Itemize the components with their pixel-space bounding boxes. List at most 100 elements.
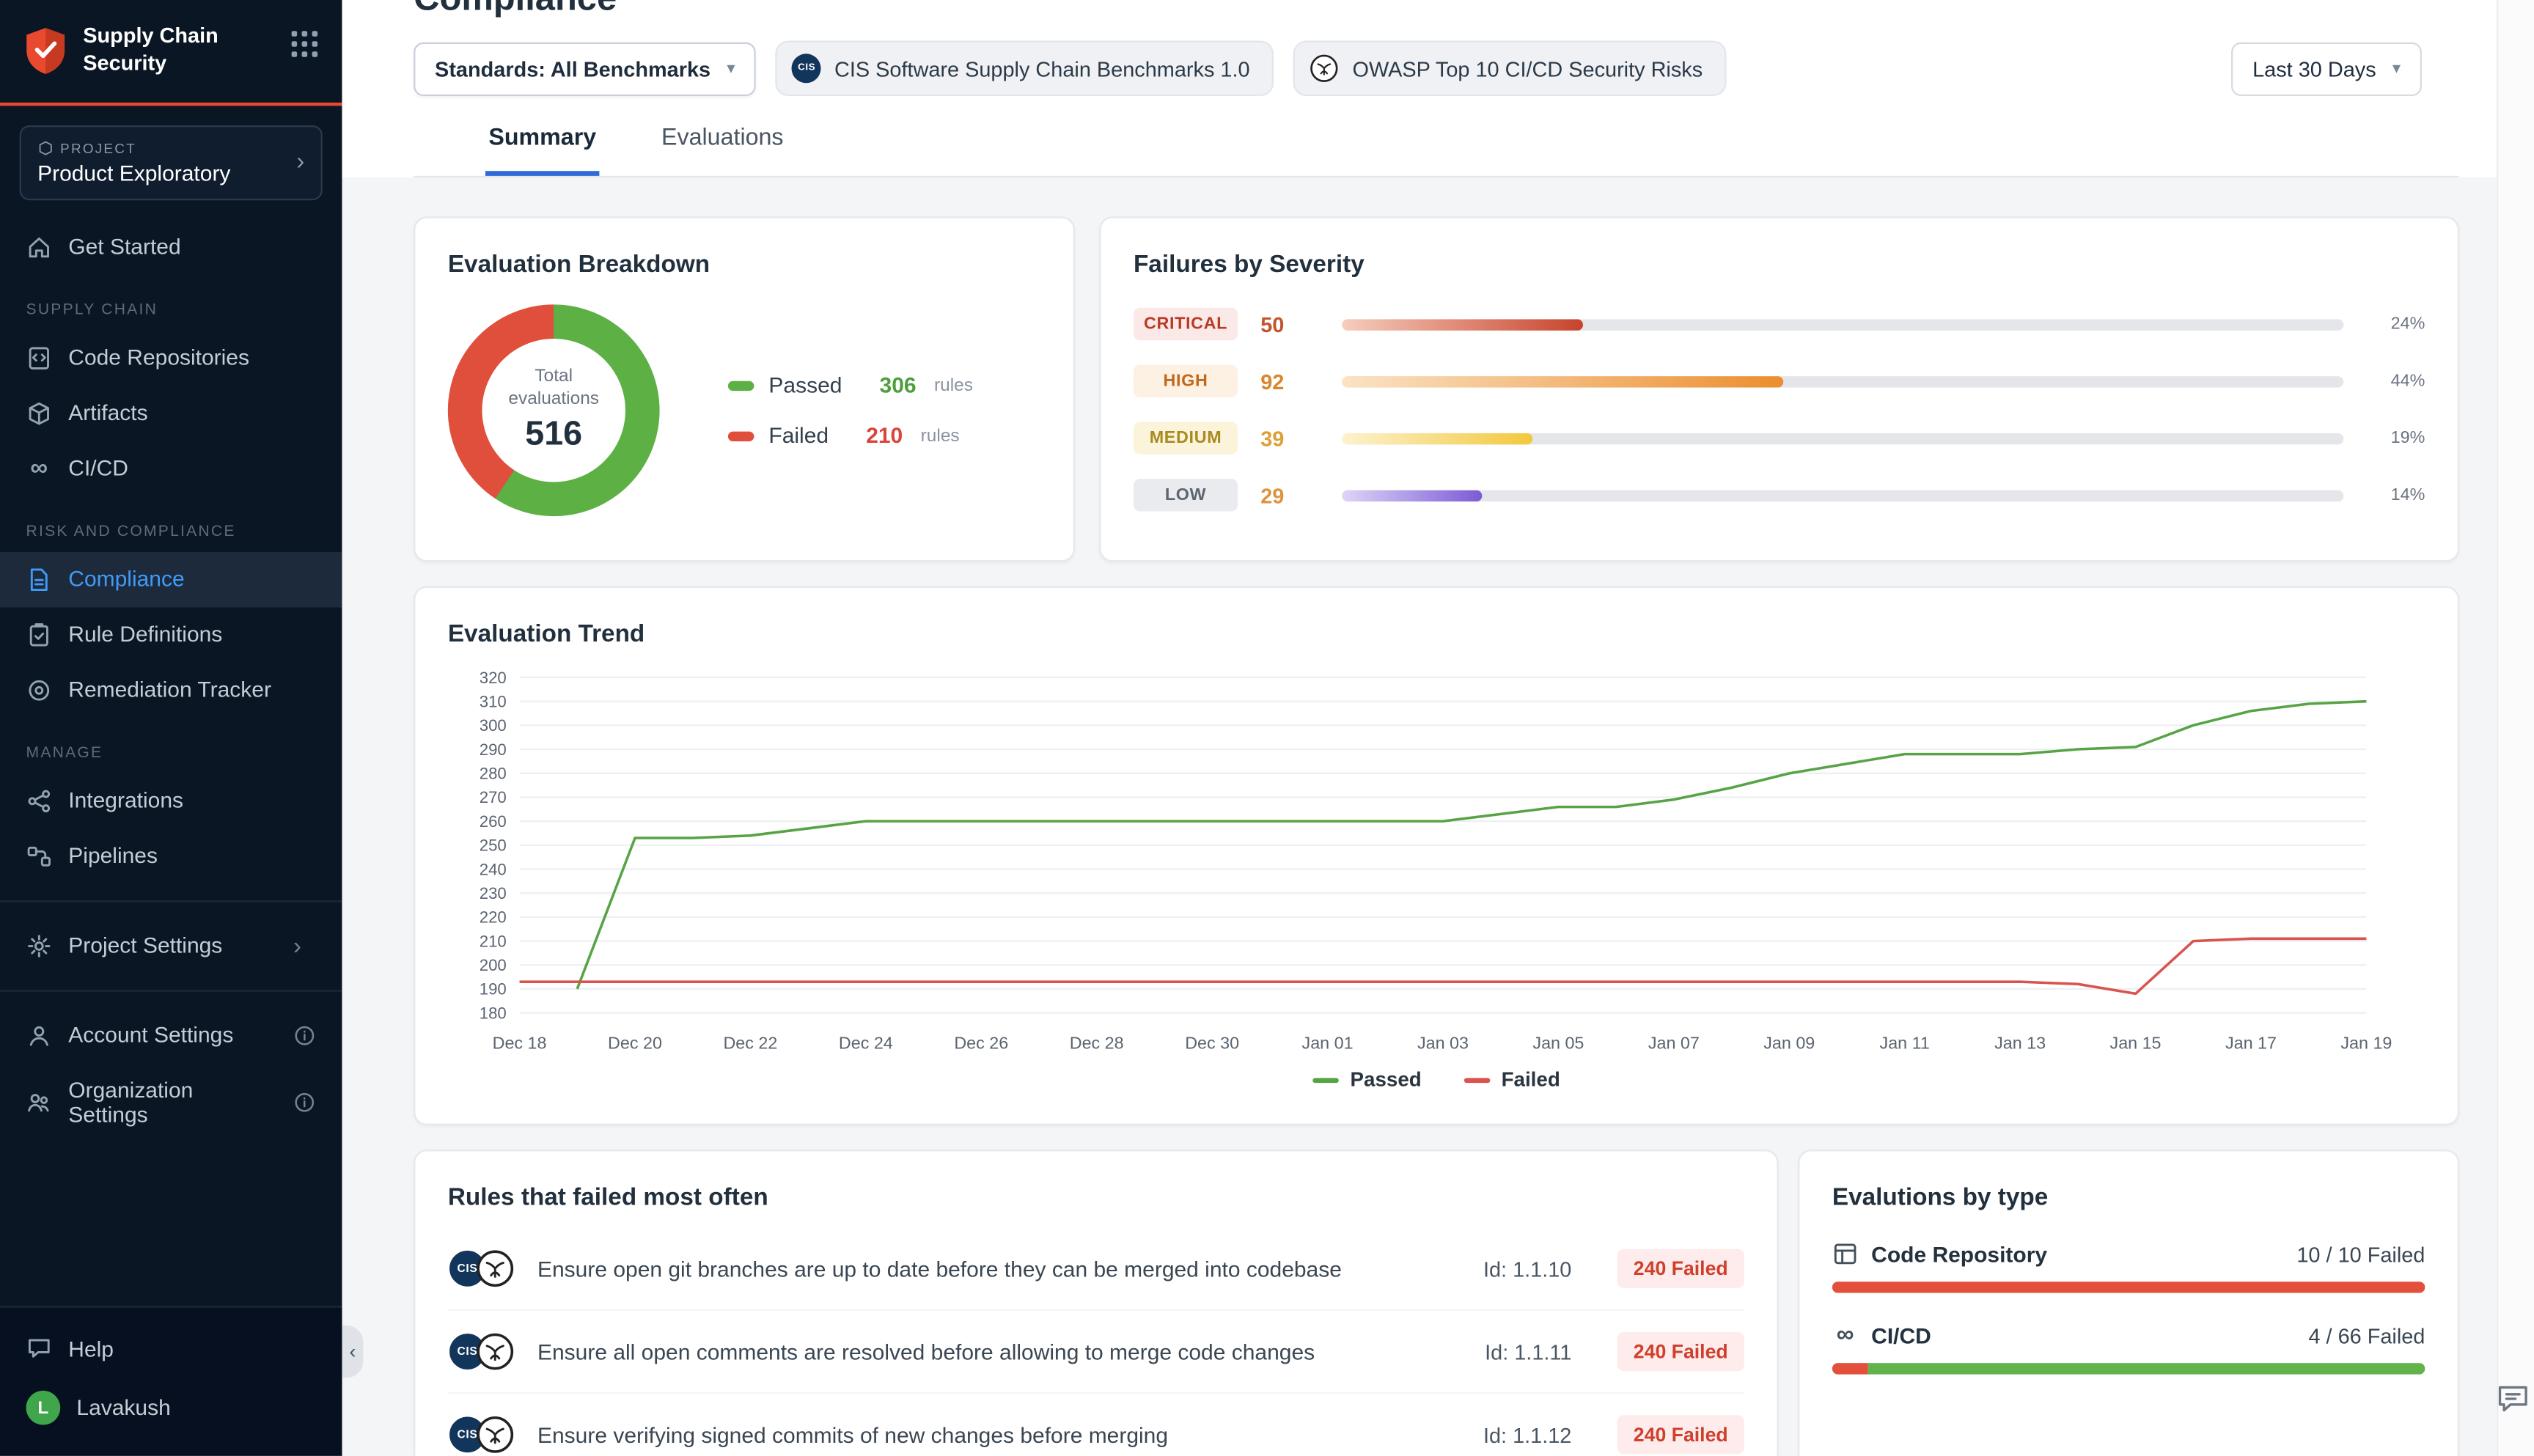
apps-grid-icon[interactable] <box>290 29 319 59</box>
standard-icons: CIS <box>448 1415 515 1454</box>
legend-item-passed: Passed 306 rules <box>728 373 973 397</box>
donut-center-label: Total evaluations <box>496 367 610 411</box>
date-range-dropdown[interactable]: Last 30 Days ▾ <box>2231 42 2422 95</box>
rule-row[interactable]: CIS Ensure verifying signed commits of n… <box>448 1392 1744 1456</box>
svg-text:310: 310 <box>480 692 507 710</box>
severity-percent: 44% <box>2373 371 2425 391</box>
content-area: Evaluation Breakdown Total evaluations 5… <box>342 177 2534 1456</box>
sidebar-item-integrations[interactable]: Integrations <box>0 773 342 829</box>
target-icon <box>26 677 53 704</box>
rule-text: Ensure all open comments are resolved be… <box>537 1339 1462 1364</box>
type-row-cicd: ∞ CI/CD 4 / 66 Failed <box>1832 1323 2425 1375</box>
rule-id: Id: 1.1.11 <box>1485 1339 1571 1364</box>
tab-summary[interactable]: Summary <box>485 125 600 176</box>
sidebar-item-artifacts[interactable]: Artifacts <box>0 386 342 441</box>
main-area: Compliance Standards: All Benchmarks ▾ C… <box>342 0 2534 1456</box>
project-selector[interactable]: PROJECT Product Exploratory › <box>20 125 323 200</box>
sidebar-item-pipelines[interactable]: Pipelines <box>0 828 342 884</box>
donut-total-value: 516 <box>525 415 582 454</box>
chat-widget-button[interactable] <box>2495 1381 2531 1417</box>
passed-swatch <box>728 380 754 390</box>
failed-line-swatch <box>1464 1077 1490 1082</box>
sidebar-item-cicd[interactable]: ∞ CI/CD <box>0 441 342 496</box>
gear-icon <box>26 933 53 959</box>
svg-text:290: 290 <box>480 740 507 759</box>
section-label-risk-compliance: RISK AND COMPLIANCE <box>0 496 342 552</box>
failed-count-badge: 240 Failed <box>1617 1332 1744 1371</box>
severity-row-medium: MEDIUM 39 19% <box>1134 422 2425 454</box>
info-icon[interactable] <box>293 1091 316 1114</box>
severity-percent: 19% <box>2373 428 2425 448</box>
severity-bar <box>1342 433 2343 444</box>
sidebar-collapse-handle[interactable]: ‹ <box>342 1326 363 1378</box>
standards-dropdown[interactable]: Standards: All Benchmarks ▾ <box>414 42 756 95</box>
type-value: 4 / 66 Failed <box>2308 1323 2425 1347</box>
svg-text:230: 230 <box>480 884 507 902</box>
evaluation-trend-chart: 1801902002102202302402502602702802903003… <box>448 661 2392 1062</box>
type-label: Code Repository <box>1871 1242 2047 1266</box>
cis-icon: CIS <box>792 54 821 83</box>
sidebar-item-project-settings[interactable]: Project Settings › <box>0 918 342 974</box>
card-title: Failures by Severity <box>1134 251 2425 279</box>
failed-value: 210 <box>866 424 903 448</box>
sidebar-item-help[interactable]: Help <box>0 1320 342 1376</box>
svg-text:280: 280 <box>480 765 507 783</box>
user-avatar: L <box>26 1391 61 1425</box>
divider <box>0 990 342 991</box>
passed-value: 306 <box>880 373 917 397</box>
sidebar-item-account-settings[interactable]: Account Settings <box>0 1007 342 1063</box>
sidebar-item-remediation-tracker[interactable]: Remediation Tracker <box>0 663 342 718</box>
svg-text:Dec 24: Dec 24 <box>839 1033 893 1052</box>
failed-count-badge: 240 Failed <box>1617 1249 1744 1288</box>
svg-text:Jan 07: Jan 07 <box>1648 1033 1700 1052</box>
sidebar-item-compliance[interactable]: Compliance <box>0 552 342 608</box>
home-icon <box>26 234 53 260</box>
svg-text:190: 190 <box>480 980 507 999</box>
svg-text:220: 220 <box>480 908 507 927</box>
integrations-icon <box>26 788 53 815</box>
tab-evaluations[interactable]: Evaluations <box>658 125 787 176</box>
sidebar-item-organization-settings[interactable]: Organization Settings <box>0 1063 342 1141</box>
sidebar-nav: Get Started SUPPLY CHAIN Code Repositori… <box>0 210 342 1306</box>
svg-text:Jan 15: Jan 15 <box>2110 1033 2162 1052</box>
rule-row[interactable]: CIS Ensure all open comments are resolve… <box>448 1309 1744 1392</box>
severity-badge: MEDIUM <box>1134 422 1238 454</box>
legend-item-passed: Passed <box>1312 1068 1421 1091</box>
rule-text: Ensure open git branches are up to date … <box>537 1257 1461 1281</box>
rule-row[interactable]: CIS Ensure open git branches are up to d… <box>448 1228 1744 1309</box>
repository-icon <box>26 345 53 371</box>
svg-text:Jan 13: Jan 13 <box>1994 1033 2046 1052</box>
filter-chip-cis[interactable]: CIS CIS Software Supply Chain Benchmarks… <box>776 41 1274 97</box>
svg-text:Jan 11: Jan 11 <box>1880 1033 1930 1052</box>
chevron-down-icon: ▾ <box>727 59 735 77</box>
scrollbar-gutter[interactable] <box>2497 0 2534 1456</box>
sidebar-item-code-repositories[interactable]: Code Repositories <box>0 330 342 386</box>
sidebar-item-get-started[interactable]: Get Started <box>0 219 342 275</box>
failed-count-badge: 240 Failed <box>1617 1415 1744 1454</box>
svg-text:Dec 18: Dec 18 <box>493 1033 547 1052</box>
filter-chip-owasp[interactable]: OWASP Top 10 CI/CD Security Risks <box>1294 41 1727 97</box>
svg-text:Dec 22: Dec 22 <box>723 1033 777 1052</box>
donut-legend: Passed 306 rules Failed 210 rules <box>728 373 973 448</box>
severity-row-critical: CRITICAL 50 24% <box>1134 308 2425 340</box>
sidebar-item-user[interactable]: L Lavakush <box>0 1376 342 1440</box>
type-label: CI/CD <box>1871 1323 1931 1347</box>
owasp-icon <box>476 1332 515 1371</box>
svg-text:Jan 19: Jan 19 <box>2340 1033 2392 1052</box>
card-title: Evaluation Trend <box>448 620 2425 648</box>
package-icon <box>26 400 53 427</box>
svg-text:300: 300 <box>480 716 507 735</box>
help-chat-icon <box>26 1335 53 1361</box>
project-label: PROJECT <box>60 140 136 156</box>
compliance-doc-icon <box>26 566 53 592</box>
pipelines-icon <box>26 843 53 869</box>
brand: Supply Chain Security <box>0 0 342 106</box>
sidebar-item-rule-definitions[interactable]: Rule Definitions <box>0 607 342 663</box>
svg-text:210: 210 <box>480 932 507 950</box>
standard-icons: CIS <box>448 1249 515 1288</box>
info-icon[interactable] <box>293 1024 316 1047</box>
evaluation-trend-card: Evaluation Trend 18019020021022023024025… <box>414 587 2459 1125</box>
type-progress-bar <box>1832 1282 2425 1293</box>
clipboard-check-icon <box>26 622 53 648</box>
severity-bar <box>1342 318 2343 330</box>
